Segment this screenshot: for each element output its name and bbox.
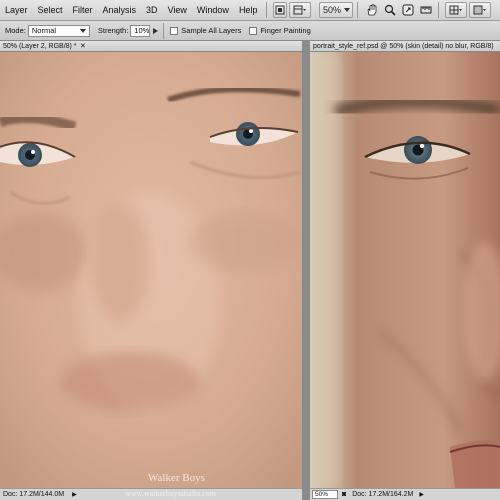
right-doc-size: Doc: 17.2M/164.2M [352,491,414,498]
zoom-level-value: 50% [322,5,341,15]
sample-all-layers-label: Sample All Layers [181,26,242,35]
menu-help[interactable]: Help [234,0,263,20]
right-zoom-value: 50% [315,491,329,498]
right-zoom-input[interactable]: 50% [312,490,338,499]
bridge-icon[interactable] [273,2,288,18]
strength-label: Strength: [97,26,129,35]
toolbar-separator [438,2,440,18]
status-menu-arrow-icon[interactable]: ▶ [419,491,424,498]
right-document-title: portrait_style_ref.psd @ 50% (skin (deta… [313,43,494,50]
tool-options-bar: Mode: Normal Strength: 10% Sample All La… [0,21,500,41]
zoom-tool-icon[interactable] [382,2,398,18]
sample-all-layers-checkbox[interactable] [170,26,179,35]
hand-tool-icon[interactable] [364,2,380,18]
menu-window[interactable]: Window [192,0,234,20]
mode-label: Mode: [5,26,26,35]
right-document-tab[interactable]: portrait_style_ref.psd @ 50% (skin (deta… [310,41,500,52]
right-document-canvas[interactable] [310,52,500,488]
strength-value: 10% [134,26,150,35]
rotate-view-icon[interactable] [400,2,416,18]
strength-slider-arrow-icon[interactable] [151,27,159,35]
arrange-documents-icon[interactable] [289,2,312,18]
reference-face-image [310,52,500,488]
menu-layer[interactable]: Layer [0,0,33,20]
camera-icon[interactable]: ◙ [342,491,346,498]
right-status-bar: 50% ◙ Doc: 17.2M/164.2M ▶ [310,488,500,500]
toolbar-separator [357,2,359,18]
menu-analysis[interactable]: Analysis [98,0,142,20]
menu-select[interactable]: Select [33,0,68,20]
document-divider [302,41,310,500]
left-document-canvas[interactable] [0,52,302,488]
left-document-tab[interactable]: 50% (Layer 2, RGB/8) * ✕ [0,41,302,52]
watermark-name: Walker Boys [148,472,205,484]
menu-bar: Layer Select Filter Analysis 3D View Win… [0,0,500,21]
mode-value: Normal [31,26,57,35]
left-document-title: 50% (Layer 2, RGB/8) * [3,43,77,50]
menu-view[interactable]: View [163,0,192,20]
status-menu-arrow-icon[interactable]: ▶ [72,491,77,498]
zoom-level-dropdown[interactable]: 50% [319,2,354,18]
finger-painting-checkbox[interactable] [249,26,258,35]
chevron-down-icon [343,8,350,12]
smoothed-face-image [0,52,302,488]
menu-filter[interactable]: Filter [68,0,98,20]
screen-mode-icon[interactable] [469,2,492,18]
ruler-icon[interactable] [418,2,434,18]
left-doc-size: Doc: 17.2M/144.0M [3,491,65,498]
strength-input[interactable]: 10% [130,24,151,37]
mode-select[interactable]: Normal [27,24,90,37]
finger-painting-label: Finger Painting [260,26,311,35]
chevron-down-icon [79,28,86,33]
watermark-url: www.walkerboysstudio.com [125,489,217,498]
close-icon[interactable]: ✕ [80,41,86,51]
options-separator [163,22,165,39]
toolbar-separator [266,2,268,18]
menu-3d[interactable]: 3D [141,0,163,20]
view-extras-icon[interactable] [445,2,468,18]
